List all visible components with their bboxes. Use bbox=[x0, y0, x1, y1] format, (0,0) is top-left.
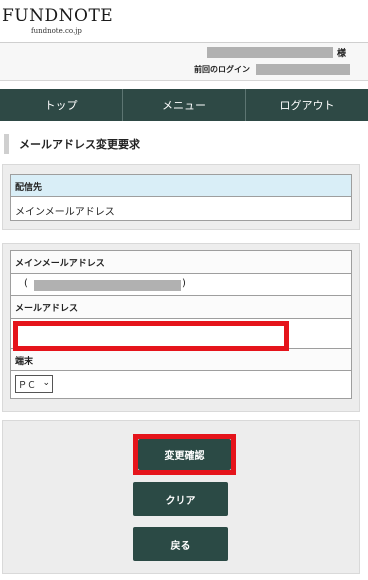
form-card: メインメールアドレス ( ) メールアドレス 端末 ＰＣ ⌄ bbox=[10, 250, 352, 399]
masked-user-name bbox=[207, 47, 333, 58]
page-title-block: メールアドレス変更要求 bbox=[4, 134, 140, 154]
device-row: ＰＣ ⌄ bbox=[11, 371, 351, 396]
confirm-change-button[interactable]: 変更確認 bbox=[138, 439, 231, 470]
site-header: FUNDNOTE fundnote.co.jp bbox=[0, 0, 368, 43]
chevron-down-icon: ⌄ bbox=[42, 378, 50, 388]
masked-last-login bbox=[256, 64, 350, 75]
main-mail-label: メインメールアドレス bbox=[11, 251, 351, 274]
email-label: メールアドレス bbox=[11, 296, 351, 319]
site-logo[interactable]: FUNDNOTE bbox=[2, 6, 113, 26]
delivery-card: 配信先 メインメールアドレス bbox=[10, 174, 352, 221]
masked-main-mail bbox=[34, 280, 181, 291]
site-logo-domain: fundnote.co.jp bbox=[31, 27, 82, 35]
main-nav: トップ メニュー ログアウト bbox=[0, 89, 368, 121]
main-mail-row: ( ) bbox=[11, 274, 351, 296]
nav-item-menu[interactable]: メニュー bbox=[123, 89, 246, 121]
last-login-label: 前回のログイン bbox=[194, 65, 250, 74]
page-title: メールアドレス変更要求 bbox=[19, 138, 140, 151]
user-info-bar: 様 前回のログイン bbox=[0, 43, 368, 81]
delivery-header: 配信先 bbox=[11, 175, 351, 197]
user-honorific: 様 bbox=[337, 49, 347, 59]
clear-button[interactable]: クリア bbox=[133, 482, 228, 516]
paren-open: ( bbox=[24, 278, 28, 289]
email-row bbox=[11, 319, 351, 351]
device-label: 端末 bbox=[11, 349, 351, 371]
email-input[interactable] bbox=[13, 321, 289, 351]
device-selected-value: ＰＣ bbox=[18, 380, 37, 391]
device-select[interactable]: ＰＣ ⌄ bbox=[15, 375, 53, 393]
nav-item-logout[interactable]: ログアウト bbox=[246, 89, 368, 121]
delivery-value: メインメールアドレス bbox=[15, 207, 115, 218]
nav-item-top[interactable]: トップ bbox=[0, 89, 123, 121]
paren-close: ) bbox=[182, 278, 186, 289]
back-button[interactable]: 戻る bbox=[133, 527, 228, 561]
